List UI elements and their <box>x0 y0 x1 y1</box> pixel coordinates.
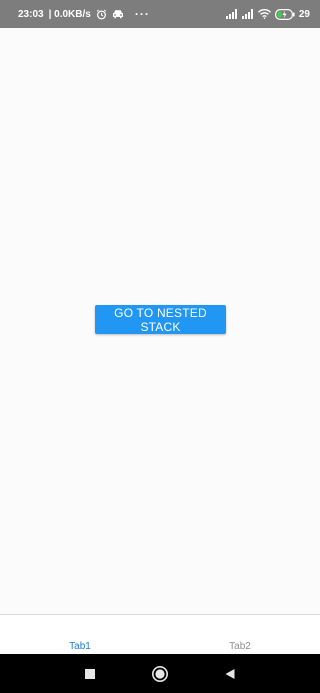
tab-label: Tab2 <box>229 641 251 652</box>
alarm-icon <box>96 9 107 20</box>
tab-label: Tab1 <box>69 641 91 652</box>
signal-icon <box>241 9 254 19</box>
home-icon[interactable] <box>150 664 170 684</box>
signal-icon <box>225 9 238 19</box>
bottom-tab-bar: Tab1 Tab2 <box>0 614 320 654</box>
tab-tab2[interactable]: Tab2 <box>160 615 320 654</box>
status-bar: 23:03 | 0.0KB/s ··· 29 <box>0 0 320 28</box>
more-dots: ··· <box>134 7 150 21</box>
network-speed: | 0.0KB/s <box>48 8 91 20</box>
tab-tab1[interactable]: Tab1 <box>0 615 160 654</box>
go-to-nested-stack-button[interactable]: GO TO NESTED STACK <box>95 305 226 334</box>
status-right: 29 <box>225 8 310 20</box>
status-left: 23:03 | 0.0KB/s ··· <box>18 8 150 20</box>
recents-icon[interactable] <box>80 664 100 684</box>
wifi-icon <box>257 9 271 19</box>
system-nav-bar <box>0 654 320 693</box>
main-content: GO TO NESTED STACK <box>0 28 320 614</box>
status-time: 23:03 <box>18 8 44 20</box>
battery-icon <box>274 8 295 20</box>
battery-level: 29 <box>298 8 310 20</box>
car-icon <box>112 9 124 19</box>
back-icon[interactable] <box>220 664 240 684</box>
